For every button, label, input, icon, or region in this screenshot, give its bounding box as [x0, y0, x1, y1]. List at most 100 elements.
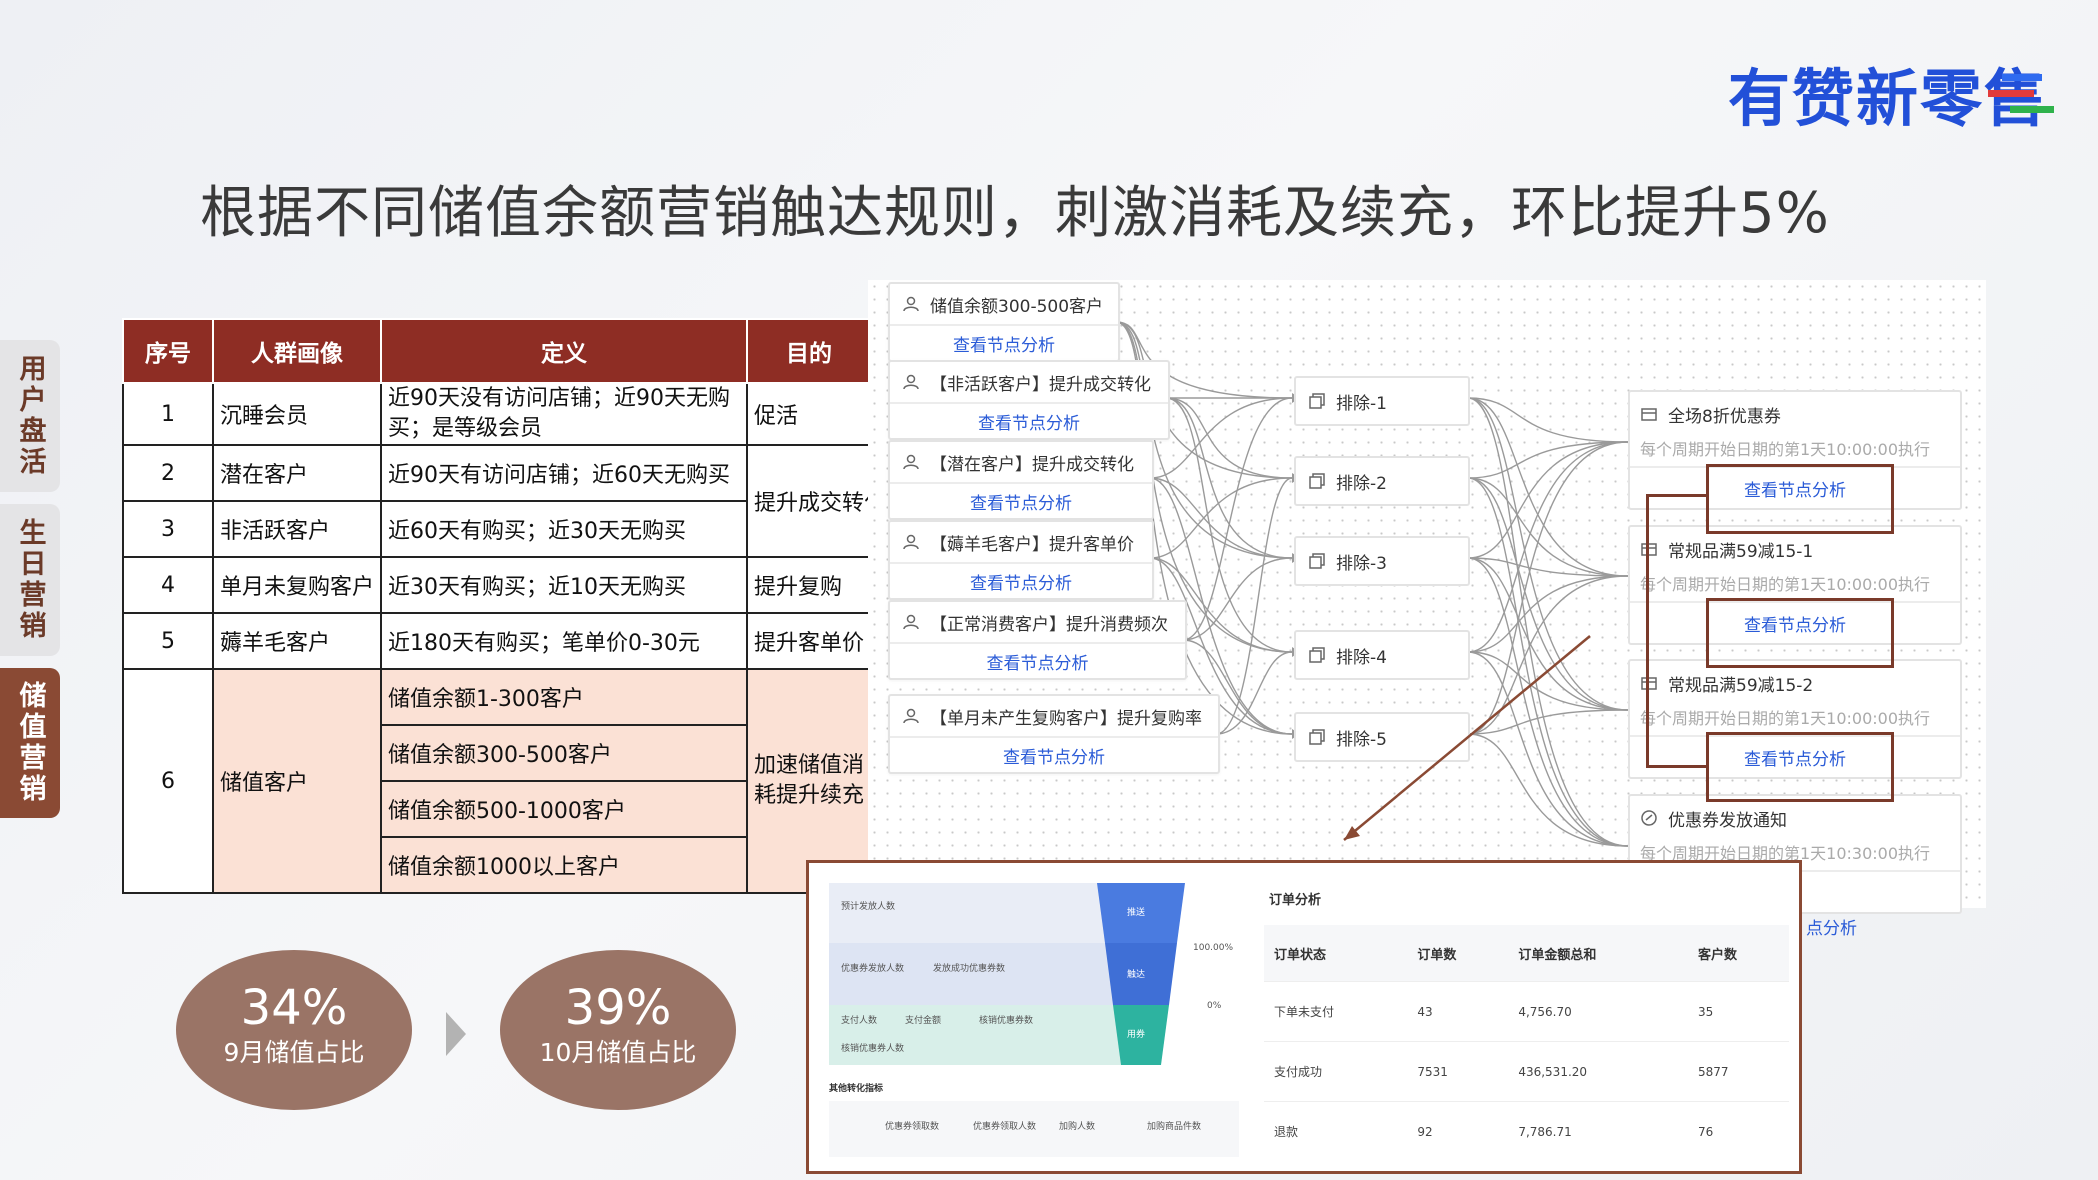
table-row: 退款 92 7,786.71 76 [1264, 1101, 1789, 1161]
order-cell: 退款 [1264, 1101, 1408, 1161]
cell-persona: 非活跃客户 [212, 500, 382, 558]
order-cell: 92 [1407, 1101, 1509, 1161]
view-node-analysis-link[interactable]: 查看节点分析 [890, 736, 1218, 772]
flow-exclude-node[interactable]: 排除-2 [1294, 456, 1470, 506]
funnel-pct: 0% [1207, 1001, 1222, 1011]
order-analysis-title: 订单分析 [1269, 893, 1322, 908]
other-metrics-title: 其他转化指标 [829, 1084, 884, 1094]
flow-segment-node[interactable]: 【正常消费客户】提升消费频次 查看节点分析 [888, 600, 1187, 680]
segment-label: 【单月未产生复购客户】提升复购率 [930, 708, 1202, 729]
action-label: 优惠券发放通知 [1668, 810, 1787, 831]
segment-label: 【正常消费客户】提升消费频次 [930, 614, 1168, 635]
stat-value: 39% [564, 980, 672, 1036]
action-schedule: 每个周期开始日期的第1天10:00:00执行 [1640, 440, 1931, 459]
flow-segment-node[interactable]: 【非活跃客户】提升成交转化 查看节点分析 [888, 360, 1170, 440]
table-row: 4 单月未复购客户 近30天有购买；近10天无购买 提升复购 [122, 556, 872, 614]
flow-exclude-node[interactable]: 排除-1 [1294, 376, 1470, 426]
flow-segment-node[interactable]: 储值余额300-500客户 查看节点分析 [888, 282, 1120, 362]
copy-icon [1309, 393, 1325, 409]
order-cell: 4,756.70 [1508, 981, 1689, 1042]
header-no: 序号 [122, 318, 214, 384]
stat-value: 34% [240, 980, 348, 1036]
view-node-analysis-link[interactable]: 查看节点分析 [890, 402, 1168, 438]
copy-icon [1309, 553, 1325, 569]
order-header: 订单数 [1407, 925, 1509, 982]
funnel-pct: 100.00% [1193, 943, 1234, 953]
other-metric: 优惠券领取人数 [973, 1122, 1037, 1132]
table-row: 5 薅羊毛客户 近180天有购买；笔单价0-30元 提升客单价 [122, 612, 872, 670]
highlight-box [1706, 464, 1894, 534]
header-definition: 定义 [380, 318, 748, 384]
action-label: 全场8折优惠券 [1668, 406, 1781, 427]
cell-purpose: 提升成交转化 [746, 444, 872, 558]
funnel-stage: 触达 [1127, 970, 1146, 980]
view-node-analysis-link[interactable]: 查看节点分析 [890, 482, 1152, 518]
view-node-analysis-link[interactable]: 查看节点分析 [890, 642, 1185, 678]
view-node-analysis-link[interactable]: 查看节点分析 [890, 324, 1118, 360]
funnel-stage: 推送 [1127, 908, 1146, 918]
highlight-box [1706, 598, 1894, 668]
cell-definition: 近90天没有访问店铺；近90天无购买；是等级会员 [380, 382, 748, 446]
order-cell: 7,786.71 [1508, 1101, 1689, 1161]
coupon-icon [1641, 408, 1657, 421]
order-cell: 35 [1688, 981, 1789, 1042]
flow-exclude-node[interactable]: 排除-3 [1294, 536, 1470, 586]
cell-persona: 储值客户 [212, 668, 382, 894]
cell-no: 4 [122, 556, 214, 614]
cell-no: 3 [122, 500, 214, 558]
segment-label: 【非活跃客户】提升成交转化 [930, 374, 1151, 395]
order-cell: 下单未支付 [1264, 981, 1408, 1042]
view-node-analysis-link[interactable]: 查看节点分析 [890, 562, 1152, 598]
funnel-metric: 发放成功优惠券数 [933, 964, 1006, 974]
order-header-row: 订单状态 订单数 订单金额总和 客户数 [1264, 925, 1789, 982]
crowd-persona-table: 序号 人群画像 定义 目的 1 沉睡会员 近90天没有访问店铺；近90天无购买；… [122, 318, 872, 894]
view-node-analysis-link-overflow[interactable]: 点分析 [1806, 914, 1857, 939]
user-icon [903, 454, 919, 470]
callout-arrow-icon [1343, 635, 1591, 841]
logo-bars-icon [1988, 74, 2054, 113]
order-cell: 5877 [1688, 1041, 1789, 1102]
segment-label: 【潜在客户】提升成交转化 [930, 454, 1134, 475]
flow-segment-node[interactable]: 【潜在客户】提升成交转化 查看节点分析 [888, 440, 1154, 520]
cell-no: 6 [122, 668, 214, 894]
table-row: 2 潜在客户 近90天有访问店铺；近60天无购买 提升成交转化 [122, 444, 872, 558]
order-cell: 7531 [1407, 1041, 1509, 1102]
coupon-analysis-panel: 推送 触达 用券 100.00% 0% 预计发放人数 优惠券发放人数 发放成功优… [806, 860, 1802, 1174]
side-tab-stored-value-marketing[interactable]: 储值营销 [0, 668, 60, 818]
cell-definition: 储值余额300-500客户 [380, 724, 748, 782]
funnel-metric: 核销优惠券人数 [841, 1044, 905, 1054]
header-persona: 人群画像 [212, 318, 382, 384]
order-analysis-table: 订单状态 订单数 订单金额总和 客户数 下单未支付 43 4,756.70 35… [1264, 925, 1789, 1161]
cell-definition: 储值余额1-300客户 [380, 668, 748, 726]
october-stat-circle: 39% 10月储值占比 [500, 950, 736, 1110]
user-icon [903, 296, 919, 312]
segment-label: 储值余额300-500客户 [930, 296, 1104, 317]
order-header: 订单金额总和 [1508, 925, 1689, 982]
side-tab-birthday-marketing[interactable]: 生日营销 [0, 504, 60, 656]
flow-segment-node[interactable]: 【薅羊毛客户】提升客单价 查看节点分析 [888, 520, 1154, 600]
exclude-label: 排除-3 [1336, 553, 1387, 574]
side-tab-user-revival[interactable]: 用户盘活 [0, 340, 60, 492]
cell-definition: 储值余额1000以上客户 [380, 836, 748, 894]
funnel-metric: 预计发放人数 [841, 902, 896, 912]
user-icon [903, 534, 919, 550]
other-metric: 加购商品件数 [1147, 1122, 1202, 1132]
cell-no: 2 [122, 444, 214, 502]
order-header: 订单状态 [1264, 925, 1408, 982]
copy-icon [1309, 473, 1325, 489]
order-cell: 支付成功 [1264, 1041, 1408, 1102]
funnel-metric: 优惠券发放人数 [841, 964, 905, 974]
cell-purpose: 促活 [746, 382, 872, 446]
cell-persona: 单月未复购客户 [212, 556, 382, 614]
cell-definition: 近180天有购买；笔单价0-30元 [380, 612, 748, 670]
cell-purpose: 提升客单价 [746, 612, 872, 670]
funnel-stage: 用券 [1127, 1030, 1146, 1040]
stat-label: 10月储值占比 [539, 1038, 697, 1067]
user-icon [903, 614, 919, 630]
order-cell: 43 [1407, 981, 1509, 1042]
cell-definition: 近90天有访问店铺；近60天无购买 [380, 444, 748, 502]
flow-segment-node[interactable]: 【单月未产生复购客户】提升复购率 查看节点分析 [888, 694, 1220, 774]
cell-definition: 近30天有购买；近10天无购买 [380, 556, 748, 614]
highlight-box [1706, 732, 1894, 802]
funnel-metric: 支付金额 [905, 1016, 942, 1026]
